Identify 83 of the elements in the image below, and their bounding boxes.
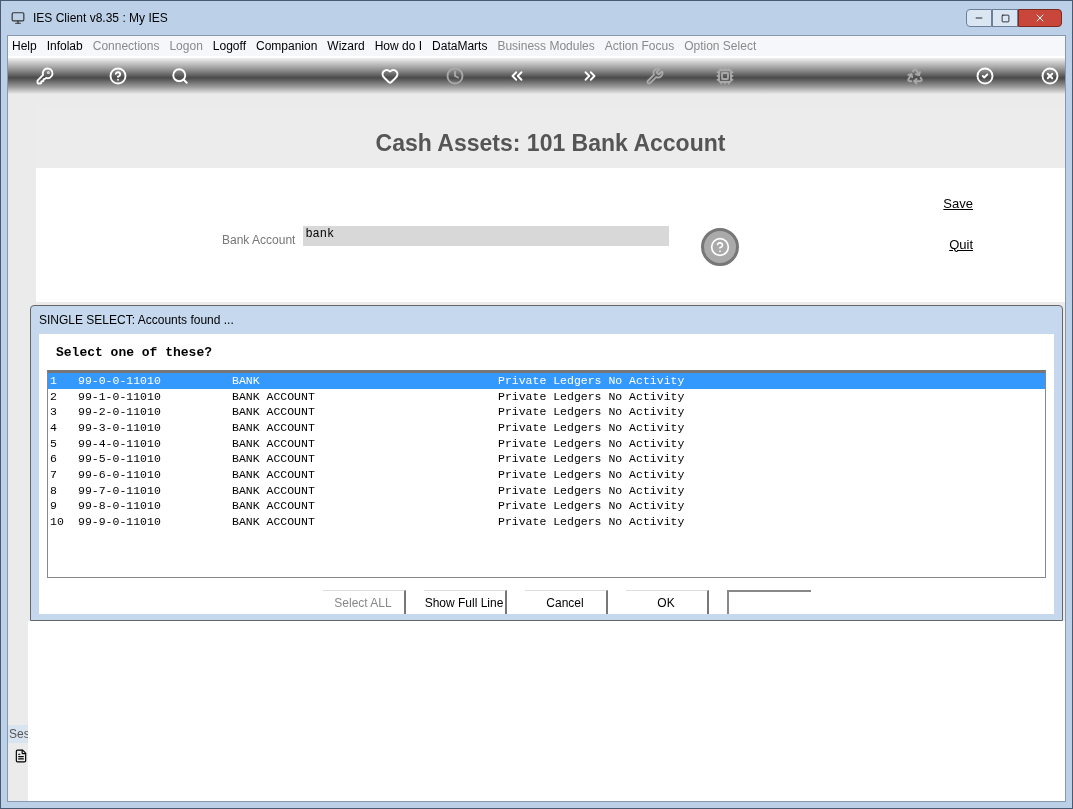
dialog-title: SINGLE SELECT: Accounts found ... — [39, 311, 234, 329]
row-number: 3 — [49, 405, 58, 420]
account-code: 99-9-0-11010 — [78, 515, 162, 530]
account-name: BANK ACCOUNT — [232, 467, 316, 482]
help-button[interactable] — [701, 228, 740, 266]
account-name: BANK ACCOUNT — [232, 420, 316, 435]
menu-item[interactable]: Help — [12, 37, 37, 55]
menu-item[interactable]: How do I — [374, 37, 423, 55]
question-icon — [710, 237, 731, 257]
result-row[interactable]: 2 99-1-0-11010 BANK ACCOUNT Private Ledgers No Activity — [48, 388, 1045, 405]
input-field[interactable] — [726, 590, 811, 614]
row-number: 7 — [49, 467, 58, 482]
account-status: Private Ledgers No Activity — [498, 467, 685, 482]
row-number: 9 — [49, 499, 58, 514]
account-status: Private Ledgers No Activity — [498, 452, 685, 467]
close-icon[interactable] — [1041, 67, 1059, 85]
account-name: BANK ACCOUNT — [232, 515, 316, 530]
account-code: 99-7-0-11010 — [78, 483, 162, 498]
account-code: 99-8-0-11010 — [78, 499, 162, 514]
account-status: Private Ledgers No Activity — [498, 515, 685, 530]
result-row[interactable]: 8 99-7-0-11010 BANK ACCOUNT Private Ledgers No Activity — [48, 482, 1045, 499]
row-number: 6 — [49, 452, 58, 467]
account-name: BANK — [232, 373, 261, 388]
row-number: 4 — [49, 420, 58, 435]
row-number: 2 — [49, 389, 58, 404]
account-status: Private Ledgers No Activity — [498, 389, 685, 404]
account-status: Private Ledgers No Activity — [498, 483, 685, 498]
maximize-icon — [1000, 13, 1010, 23]
search-icon[interactable] — [171, 67, 189, 85]
account-name: BANK ACCOUNT — [232, 389, 316, 404]
account-code: 99-2-0-11010 — [78, 405, 162, 420]
app-icon — [11, 11, 25, 25]
account-name: BANK ACCOUNT — [232, 452, 316, 467]
account-status: Private Ledgers No Activity — [498, 405, 685, 420]
key-icon[interactable] — [36, 67, 54, 85]
dialog-button[interactable]: Show Full Line — [423, 590, 507, 614]
help-icon[interactable] — [109, 67, 127, 85]
form-title: Cash Assets: 101 Bank Account — [375, 128, 726, 158]
menu-item[interactable]: Infolab — [46, 37, 83, 55]
menu-item[interactable]: Logoff — [212, 37, 246, 55]
maximize-button[interactable] — [992, 9, 1018, 27]
form-link[interactable]: Save — [943, 194, 973, 214]
dialog-button[interactable]: Cancel — [524, 590, 608, 614]
account-code: 99-4-0-11010 — [78, 436, 162, 451]
account-status: Private Ledgers No Activity — [498, 420, 685, 435]
check-icon[interactable] — [976, 67, 994, 85]
dialog-button[interactable]: OK — [625, 590, 709, 614]
result-row[interactable]: 3 99-2-0-11010 BANK ACCOUNT Private Ledgers No Activity — [48, 404, 1045, 421]
form-link[interactable]: Quit — [949, 234, 973, 254]
field-label: Bank Account — [222, 232, 296, 249]
account-code: 99-3-0-11010 — [78, 420, 162, 435]
bank-account-field[interactable]: bank — [303, 226, 670, 246]
dialog-prompt: Select one of these? — [56, 343, 214, 362]
account-status: Private Ledgers No Activity — [498, 373, 685, 388]
account-code: 99-1-0-11010 — [78, 389, 162, 404]
result-row[interactable]: 9 99-8-0-11010 BANK ACCOUNT Private Ledgers No Activity — [48, 498, 1045, 515]
row-number: 8 — [49, 483, 58, 498]
result-row[interactable]: 4 99-3-0-11010 BANK ACCOUNT Private Ledgers No Activity — [48, 420, 1045, 436]
account-name: BANK ACCOUNT — [232, 499, 316, 514]
menu-item[interactable]: Wizard — [327, 37, 365, 55]
account-code: 99-6-0-11010 — [78, 467, 162, 482]
result-row[interactable]: 5 99-4-0-11010 BANK ACCOUNT Private Ledgers No Activity — [48, 435, 1045, 452]
heart-icon[interactable] — [381, 67, 399, 85]
account-code: 99-5-0-11010 — [78, 452, 162, 467]
minimize-button[interactable] — [966, 9, 992, 27]
account-status: Private Ledgers No Activity — [498, 499, 685, 514]
row-number: 10 — [49, 515, 65, 530]
row-number: 5 — [49, 436, 58, 451]
account-status: Private Ledgers No Activity — [498, 436, 685, 451]
account-name: BANK ACCOUNT — [232, 483, 316, 498]
document-icon — [14, 749, 28, 763]
account-code: 99-0-0-11010 — [78, 373, 162, 388]
menu-item[interactable]: DataMarts — [432, 37, 488, 55]
close-icon — [1034, 12, 1046, 24]
result-row[interactable]: 10 99-9-0-11010 BANK ACCOUNT Private Ledgers No Activity — [48, 514, 1045, 530]
result-row[interactable]: 7 99-6-0-11010 BANK ACCOUNT Private Ledgers No Activity — [48, 467, 1045, 483]
menu-item[interactable]: Companion — [255, 37, 318, 55]
account-name: BANK ACCOUNT — [232, 436, 316, 451]
account-name: BANK ACCOUNT — [232, 405, 316, 420]
window-title: IES Client v8.35 : My IES — [33, 10, 168, 27]
row-number: 1 — [49, 373, 58, 388]
close-button[interactable] — [1018, 9, 1062, 27]
result-row[interactable]: 6 99-5-0-11010 BANK ACCOUNT Private Ledgers No Activity — [48, 451, 1045, 468]
